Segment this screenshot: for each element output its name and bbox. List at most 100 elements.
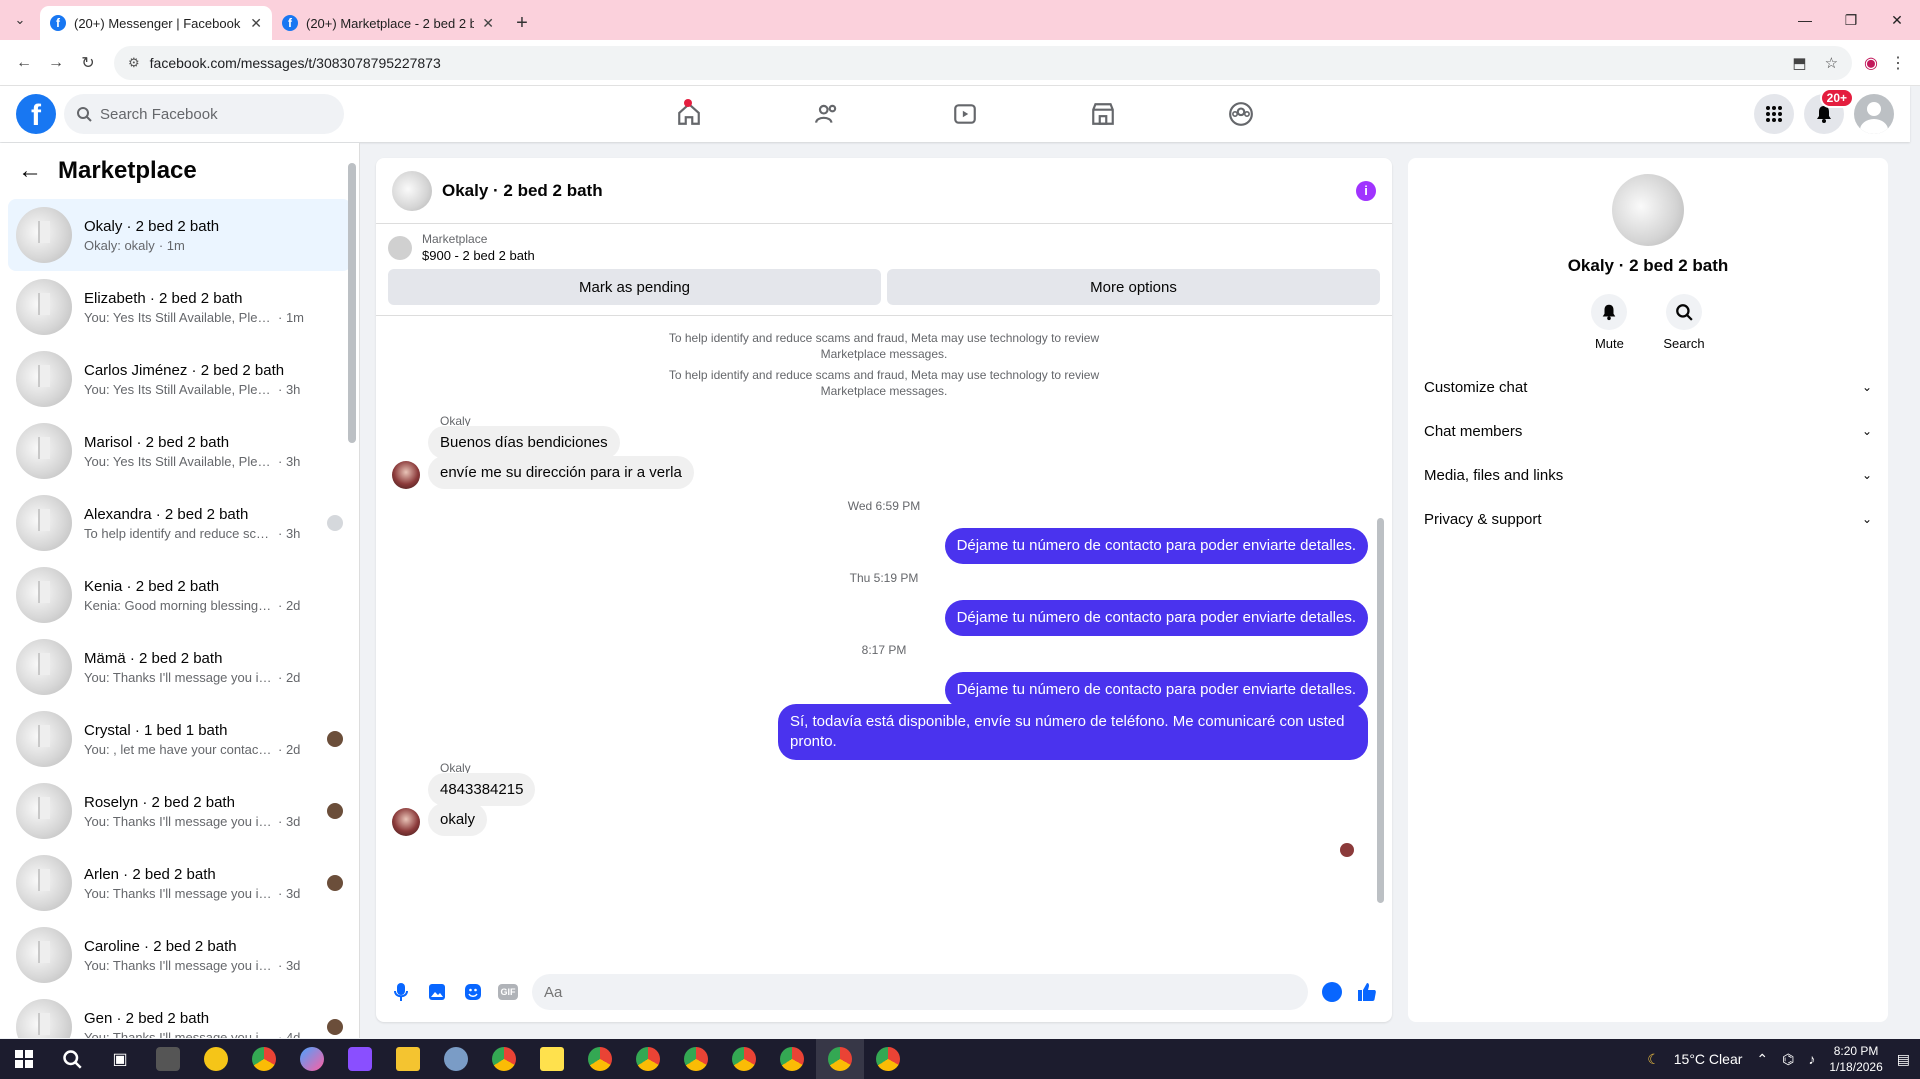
groups-tab[interactable]	[1172, 86, 1310, 142]
volume-icon[interactable]: ♪	[1808, 1051, 1815, 1067]
message-bubble-incoming[interactable]: Buenos días bendiciones	[428, 426, 620, 459]
network-icon[interactable]: ⌬	[1782, 1051, 1794, 1068]
message-bubble-outgoing[interactable]: Déjame tu número de contacto para poder …	[944, 672, 1368, 708]
tab-messenger[interactable]: f (20+) Messenger | Facebook ✕	[40, 6, 272, 40]
notifications-button[interactable]: 20+	[1804, 88, 1854, 134]
app-icon[interactable]	[432, 1039, 480, 1079]
gif-icon[interactable]: GIF	[498, 984, 518, 1000]
more-options-button[interactable]: More options	[887, 269, 1380, 305]
chrome-icon[interactable]	[864, 1039, 912, 1079]
tab-search-icon[interactable]: ⌄	[0, 0, 40, 40]
chrome-icon[interactable]	[624, 1039, 672, 1079]
conversation-time: · 3d	[278, 813, 301, 829]
listing-title[interactable]: $900 - 2 bed 2 bath	[422, 248, 535, 263]
task-view-icon[interactable]: ▣	[96, 1039, 144, 1079]
avatar[interactable]	[392, 808, 420, 836]
info-icon[interactable]: i	[1356, 180, 1376, 201]
menu-grid-button[interactable]	[1754, 94, 1794, 134]
sticker-icon[interactable]	[462, 981, 484, 1003]
scrollbar[interactable]	[348, 163, 356, 443]
mark-as-pending-button[interactable]: Mark as pending	[388, 269, 881, 305]
facebook-search-input[interactable]: Search Facebook	[64, 94, 344, 134]
home-tab[interactable]	[620, 86, 758, 142]
chat-thumbnail[interactable]	[392, 170, 432, 211]
reload-icon[interactable]: ↻	[72, 47, 104, 79]
chat-title[interactable]: Okaly · 2 bed 2 bath	[442, 181, 603, 201]
conversation-item[interactable]: Elizabeth · 2 bed 2 bath You: Yes Its Sti…	[8, 271, 351, 343]
chrome-icon[interactable]	[672, 1039, 720, 1079]
chrome-icon[interactable]	[720, 1039, 768, 1079]
conversation-item[interactable]: Crystal · 1 bed 1 bath You: , let me have…	[8, 703, 351, 775]
install-app-icon[interactable]: ⬒	[1792, 54, 1806, 72]
facebook-logo[interactable]: f	[16, 94, 56, 134]
chrome-icon[interactable]	[768, 1039, 816, 1079]
message-bubble-incoming[interactable]: okaly	[428, 803, 488, 836]
message-bubble-outgoing[interactable]: Déjame tu número de contacto para poder …	[944, 528, 1368, 564]
image-icon[interactable]	[426, 981, 448, 1003]
close-window-icon[interactable]: ✕	[1874, 0, 1920, 40]
notification-center-icon[interactable]: ▤	[1897, 1051, 1910, 1068]
message-bubble-incoming[interactable]: 4843384215	[428, 773, 536, 806]
chrome-icon[interactable]	[576, 1039, 624, 1079]
emoji-icon[interactable]	[1322, 982, 1342, 1002]
message-input[interactable]	[532, 974, 1308, 1010]
message-bubble-incoming[interactable]: envíe me su dirección para ir a verla	[428, 456, 694, 489]
scrollbar[interactable]	[1377, 518, 1384, 903]
video-tab[interactable]	[896, 86, 1034, 142]
mute-button[interactable]: Mute	[1591, 294, 1628, 351]
chevron-up-icon[interactable]: ⌃	[1756, 1051, 1768, 1068]
close-icon[interactable]: ✕	[250, 15, 262, 32]
tab-marketplace[interactable]: f (20+) Marketplace - 2 bed 2 ba ✕	[272, 6, 504, 40]
listing-thumbnail[interactable]	[388, 235, 412, 260]
forward-arrow-icon[interactable]: →	[40, 47, 72, 79]
conversation-item[interactable]: Kenia · 2 bed 2 bath Kenia: Good morning …	[8, 559, 351, 631]
close-icon[interactable]: ✕	[482, 15, 494, 32]
message-bubble-outgoing[interactable]: Sí, todavía está disponible, envíe su nú…	[778, 704, 1368, 760]
file-explorer-icon[interactable]	[384, 1039, 432, 1079]
more-menu-icon[interactable]: ⋮	[1890, 53, 1906, 73]
minimize-icon[interactable]: —	[1782, 0, 1828, 40]
message-bubble-outgoing[interactable]: Déjame tu número de contacto para poder …	[944, 600, 1368, 636]
conversation-item[interactable]: Roselyn · 2 bed 2 bath You: Thanks I'll m…	[8, 775, 351, 847]
customize-chat-section[interactable]: Customize chat ⌄	[1408, 365, 1888, 409]
back-arrow-icon[interactable]: ←	[8, 47, 40, 79]
url-field[interactable]: ⚙ facebook.com/messages/t/30830787952278…	[114, 45, 1853, 80]
restore-icon[interactable]: ❐	[1828, 0, 1874, 40]
app-icon[interactable]	[336, 1039, 384, 1079]
microphone-icon[interactable]	[390, 981, 412, 1003]
clock[interactable]: 8:20 PM 1/18/2026	[1829, 1043, 1882, 1075]
search-icon[interactable]	[48, 1039, 96, 1079]
chrome-icon[interactable]	[240, 1039, 288, 1079]
conversation-item[interactable]: Marisol · 2 bed 2 bath You: Yes Its Still…	[8, 415, 351, 487]
conversation-item[interactable]: Mämä · 2 bed 2 bath You: Thanks I'll mess…	[8, 631, 351, 703]
conversation-item[interactable]: Carlos Jiménez · 2 bed 2 bath You: Yes It…	[8, 343, 351, 415]
thumbs-up-icon[interactable]	[1356, 981, 1378, 1003]
search-conversation-button[interactable]: Search	[1663, 294, 1705, 351]
conversation-item[interactable]: Alexandra · 2 bed 2 bath To help identify…	[8, 487, 351, 559]
weather-text[interactable]: 15°C Clear	[1674, 1051, 1743, 1067]
conversation-item[interactable]: Okaly · 2 bed 2 bath Okaly: okaly · 1m	[8, 199, 351, 271]
site-info-icon[interactable]: ⚙	[128, 55, 140, 71]
windows-start-icon[interactable]	[0, 1039, 48, 1079]
listing-avatar[interactable]	[1612, 174, 1684, 246]
copilot-icon[interactable]	[288, 1039, 336, 1079]
app-icon[interactable]	[192, 1039, 240, 1079]
chrome-icon[interactable]	[480, 1039, 528, 1079]
bookmark-star-icon[interactable]: ☆	[1825, 54, 1838, 72]
friends-tab[interactable]	[758, 86, 896, 142]
back-arrow-icon[interactable]: ←	[18, 157, 42, 185]
new-tab-button[interactable]: +	[504, 6, 540, 40]
chat-members-section[interactable]: Chat members ⌄	[1408, 409, 1888, 453]
profile-icon[interactable]: ◉	[1864, 53, 1878, 73]
account-avatar[interactable]	[1854, 94, 1894, 134]
media-files-links-section[interactable]: Media, files and links ⌄	[1408, 453, 1888, 497]
sticky-notes-icon[interactable]	[528, 1039, 576, 1079]
conversation-item[interactable]: Gen · 2 bed 2 bath You: Thanks I'll messa…	[8, 991, 351, 1038]
conversation-item[interactable]: Arlen · 2 bed 2 bath You: Thanks I'll mes…	[8, 847, 351, 919]
chrome-icon[interactable]	[816, 1039, 864, 1079]
store-app-icon[interactable]	[144, 1039, 192, 1079]
avatar[interactable]	[392, 461, 420, 489]
privacy-support-section[interactable]: Privacy & support ⌄	[1408, 497, 1888, 541]
marketplace-tab[interactable]	[1034, 86, 1172, 142]
conversation-item[interactable]: Caroline · 2 bed 2 bath You: Thanks I'll …	[8, 919, 351, 991]
